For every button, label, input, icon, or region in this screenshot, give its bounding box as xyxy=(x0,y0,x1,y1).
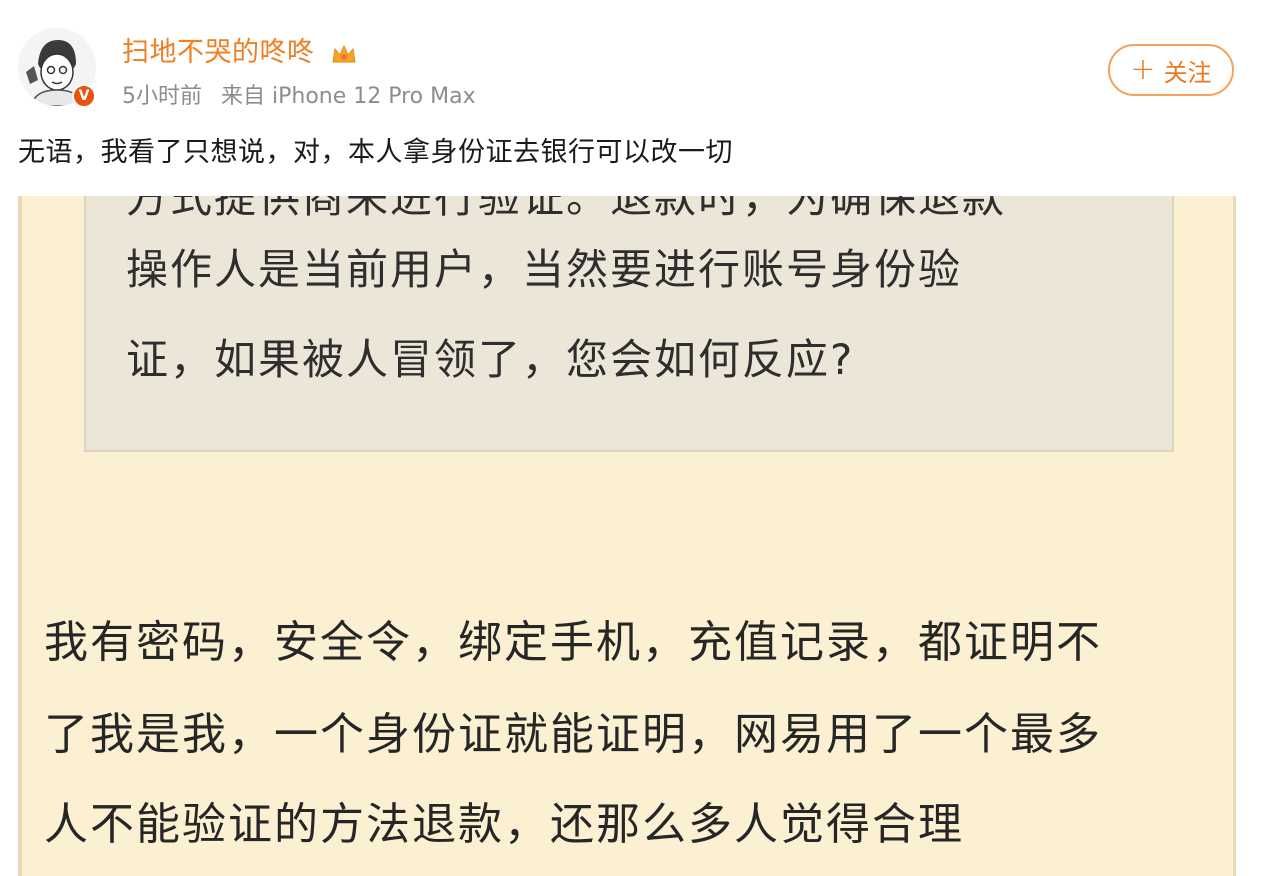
verified-badge-icon: V xyxy=(72,84,96,108)
post-text: 无语，我看了只想说，对，本人拿身份证去银行可以改一切 xyxy=(18,137,733,168)
embedded-screenshot[interactable]: 方式提供商来进行验证。退款时，为确保退款 操作人是当前用户，当然要进行账号身份验… xyxy=(18,196,1236,876)
post-header: V 扫地不哭的咚咚 5小时前 来自 iPhone 12 Pro Max + 关注 xyxy=(0,0,1262,120)
plus-icon: + xyxy=(1130,52,1156,87)
quoted-reply-box: 方式提供商来进行验证。退款时，为确保退款 操作人是当前用户，当然要进行账号身份验… xyxy=(84,196,1174,452)
reply-line: 了我是我，一个身份证就能证明，网易用了一个最多 xyxy=(44,709,1102,760)
quote-line: 证，如果被人冒领了，您会如何反应? xyxy=(126,335,855,384)
quote-line: 方式提供商来进行验证。退款时，为确保退款 xyxy=(126,196,1007,222)
username[interactable]: 扫地不哭的咚咚 xyxy=(122,30,358,69)
crown-icon xyxy=(332,44,356,62)
post-source: 来自 iPhone 12 Pro Max xyxy=(221,84,476,109)
follow-label: 关注 xyxy=(1163,58,1212,87)
username-text[interactable]: 扫地不哭的咚咚 xyxy=(122,37,315,68)
reply-line: 人不能验证的方法退款，还那么多人觉得合理 xyxy=(44,799,964,850)
post-time: 5小时前 xyxy=(122,84,202,109)
reply-line: 我有密码，安全令，绑定手机，充值记录，都证明不 xyxy=(44,617,1102,668)
quote-line: 操作人是当前用户，当然要进行账号身份验 xyxy=(126,245,963,294)
follow-button[interactable]: + 关注 xyxy=(1108,44,1234,96)
post-meta: 5小时前 来自 iPhone 12 Pro Max xyxy=(122,78,476,110)
